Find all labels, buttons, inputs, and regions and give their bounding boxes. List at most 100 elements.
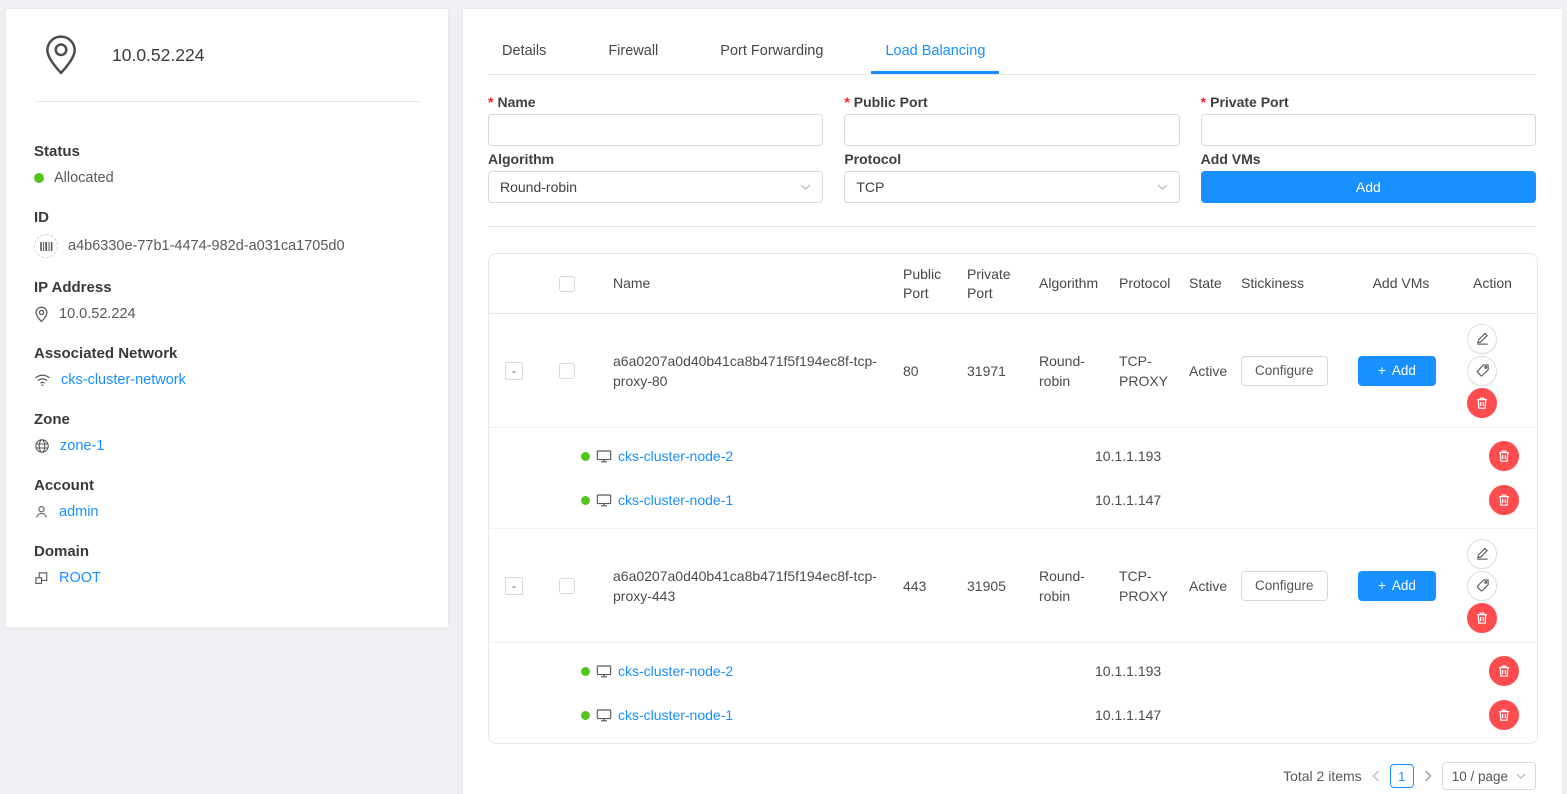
col-header-stickiness: Stickiness [1233, 274, 1329, 293]
tag-icon [1475, 363, 1490, 378]
col-header-action: Action [1465, 274, 1537, 293]
vm-ip: 10.1.1.147 [1095, 492, 1489, 508]
vm-ip: 10.1.1.147 [1095, 707, 1489, 723]
field-associated-network: Associated Network cks-cluster-network [34, 344, 420, 390]
vm-row: cks-cluster-node-2 10.1.1.193 [489, 649, 1537, 693]
lb-rules-table: Name Public Port Private Port Algorithm … [488, 253, 1538, 744]
col-header-add-vms: Add VMs [1329, 274, 1465, 293]
chevron-left-icon [1372, 770, 1380, 782]
remove-vm-button[interactable] [1489, 656, 1519, 686]
col-header-state: State [1181, 274, 1233, 293]
next-page-button[interactable] [1424, 770, 1432, 782]
stickiness-configure-button[interactable]: Configure [1241, 356, 1328, 386]
select-all-checkbox[interactable] [559, 276, 575, 292]
trash-icon [1475, 611, 1489, 625]
rule-protocol: TCP-PROXY [1111, 351, 1181, 391]
monitor-icon [596, 449, 612, 464]
add-vm-button[interactable]: +Add [1358, 356, 1436, 386]
field-label: IP Address [34, 278, 420, 297]
rule-private-port: 31971 [959, 361, 1031, 381]
remove-vm-button[interactable] [1489, 700, 1519, 730]
rule-state: Active [1181, 361, 1233, 381]
required-asterisk: * [844, 94, 849, 110]
row-checkbox[interactable] [559, 363, 575, 379]
field-domain: Domain ROOT [34, 542, 420, 588]
vm-status-dot [581, 496, 590, 505]
protocol-select[interactable]: TCP [844, 171, 1179, 203]
tab-firewall[interactable]: Firewall [594, 31, 672, 74]
delete-rule-button[interactable] [1467, 603, 1497, 633]
rule-algorithm: Round-robin [1031, 566, 1111, 606]
globe-icon [34, 438, 50, 454]
rule-public-port: 80 [895, 361, 959, 381]
algorithm-select[interactable]: Round-robin [488, 171, 823, 203]
remove-vm-button[interactable] [1489, 485, 1519, 515]
zone-link[interactable]: zone-1 [60, 438, 104, 454]
chevron-down-icon [800, 184, 811, 191]
vm-link[interactable]: cks-cluster-node-2 [618, 448, 733, 464]
vm-link[interactable]: cks-cluster-node-2 [618, 663, 733, 679]
vm-row: cks-cluster-node-2 10.1.1.193 [489, 434, 1537, 478]
vm-link[interactable]: cks-cluster-node-1 [618, 707, 733, 723]
field-label: Account [34, 476, 420, 495]
field-label: Associated Network [34, 344, 420, 363]
vm-link[interactable]: cks-cluster-node-1 [618, 492, 733, 508]
page-title: 10.0.52.224 [112, 45, 204, 66]
algorithm-label: Algorithm [488, 150, 823, 168]
collapse-row-button[interactable]: - [505, 362, 523, 380]
edit-rule-button[interactable] [1467, 539, 1497, 569]
account-link[interactable]: admin [59, 504, 99, 520]
page-size-select[interactable]: 10 / page [1442, 762, 1536, 790]
field-label: Zone [34, 410, 420, 429]
vm-status-dot [581, 667, 590, 676]
add-lb-rule-form: *Name *Public Port *Private Port Algorit… [488, 93, 1536, 207]
ip-address-value: 10.0.52.224 [59, 306, 136, 322]
row-checkbox[interactable] [559, 578, 575, 594]
wifi-icon [34, 373, 51, 387]
page-number-button[interactable]: 1 [1390, 764, 1414, 788]
col-header-private-port: Private Port [959, 265, 1031, 303]
vm-status-dot [581, 711, 590, 720]
prev-page-button[interactable] [1372, 770, 1380, 782]
vm-row: cks-cluster-node-1 10.1.1.147 [489, 478, 1537, 522]
location-pin-icon [42, 34, 80, 76]
required-asterisk: * [488, 94, 493, 110]
required-asterisk: * [1201, 94, 1206, 110]
field-account: Account admin [34, 476, 420, 522]
name-input[interactable] [488, 114, 823, 146]
private-port-input[interactable] [1201, 114, 1536, 146]
rule-state: Active [1181, 576, 1233, 596]
location-pin-icon [34, 306, 49, 323]
public-port-input[interactable] [844, 114, 1179, 146]
chevron-down-icon [1516, 773, 1526, 780]
add-vms-label: Add VMs [1201, 150, 1536, 168]
tag-rule-button[interactable] [1467, 571, 1497, 601]
domain-link[interactable]: ROOT [59, 570, 101, 586]
pagination-total: Total 2 items [1283, 768, 1362, 784]
pagination: Total 2 items 1 10 / page [488, 762, 1536, 790]
monitor-icon [596, 708, 612, 723]
chevron-right-icon [1424, 770, 1432, 782]
remove-vm-button[interactable] [1489, 441, 1519, 471]
add-rule-button[interactable]: Add [1201, 171, 1536, 203]
rule-name: a6a0207a0d40b41ca8b471f5f194ec8f-tcp-pro… [595, 351, 895, 391]
tab-load-balancing[interactable]: Load Balancing [871, 31, 999, 74]
add-vm-button[interactable]: +Add [1358, 571, 1436, 601]
edit-rule-button[interactable] [1467, 324, 1497, 354]
rule-public-port: 443 [895, 576, 959, 596]
name-label: *Name [488, 93, 823, 111]
rule-protocol: TCP-PROXY [1111, 566, 1181, 606]
collapse-row-button[interactable]: - [505, 577, 523, 595]
delete-rule-button[interactable] [1467, 388, 1497, 418]
status-dot [34, 173, 44, 183]
tag-rule-button[interactable] [1467, 356, 1497, 386]
stickiness-configure-button[interactable]: Configure [1241, 571, 1328, 601]
col-header-name: Name [595, 274, 895, 293]
ip-card-header: 10.0.52.224 [6, 9, 448, 101]
field-label: Status [34, 142, 420, 161]
associated-network-link[interactable]: cks-cluster-network [61, 372, 186, 388]
tab-port-forwarding[interactable]: Port Forwarding [706, 31, 837, 74]
tab-details[interactable]: Details [488, 31, 560, 74]
assigned-vms-section: cks-cluster-node-2 10.1.1.193 [489, 428, 1537, 529]
chevron-down-icon [1157, 184, 1168, 191]
